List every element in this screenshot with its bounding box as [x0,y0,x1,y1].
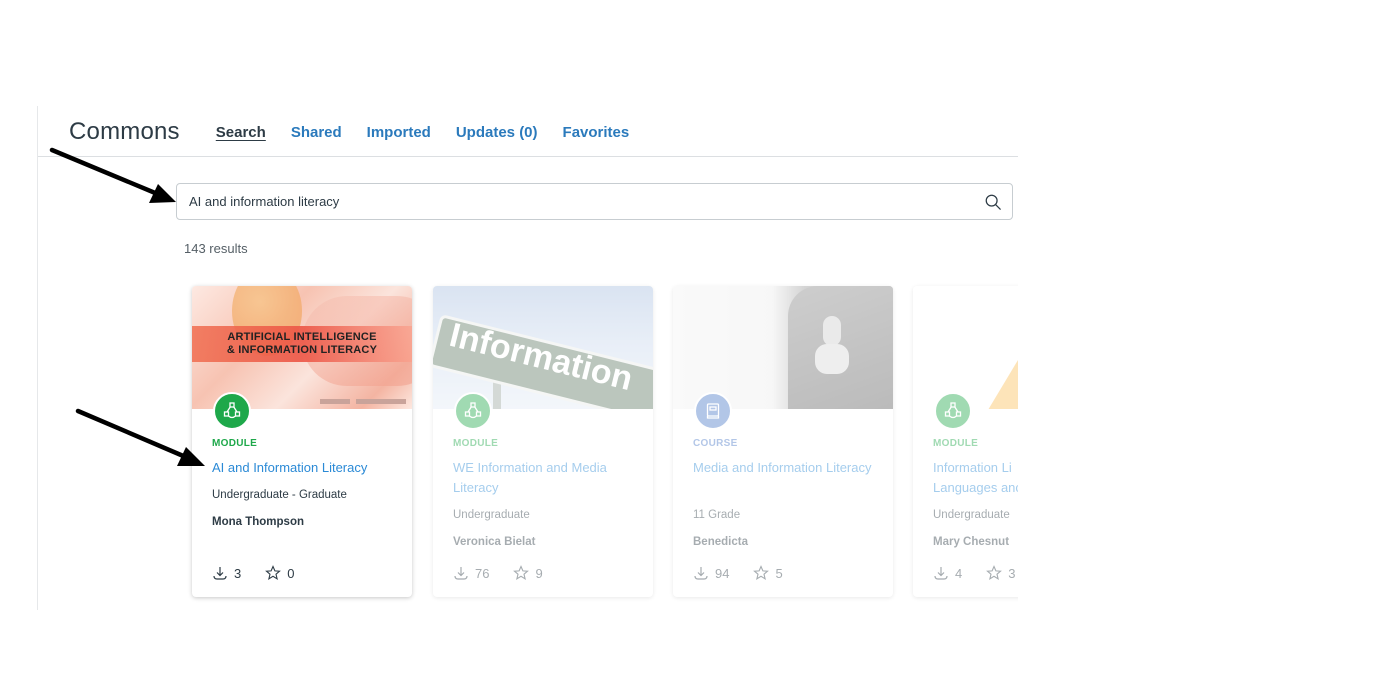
search-icon[interactable] [984,193,1002,211]
download-icon [454,567,468,580]
card-title-link[interactable]: AI and Information Literacy [212,458,392,478]
module-network-icon [454,392,492,430]
card-level: Undergraduate [933,509,1010,521]
result-card[interactable]: COURSE Media and Information Literacy 11… [673,286,893,597]
module-network-icon [934,392,972,430]
card-title-link[interactable]: Media and Information Literacy [693,458,873,478]
course-book-icon [694,392,732,430]
download-icon [934,567,948,580]
card-type-label: MODULE [933,438,979,449]
card-level: Undergraduate [453,509,530,521]
card-type-label: COURSE [693,438,738,449]
result-card[interactable]: MODULE Information Li Languages anc Unde… [913,286,1018,597]
card-level: 11 Grade [693,509,741,521]
card-stats: 94 5 [693,565,807,581]
module-network-icon [213,392,251,430]
download-icon [694,567,708,580]
card-author: Veronica Bielat [453,536,536,548]
star-icon[interactable] [753,565,770,581]
search-box [176,183,1013,220]
favorite-count: 5 [753,565,783,581]
card-author: Mary Chesnut [933,536,1010,548]
commons-header: Commons Search Shared Imported Updates (… [69,112,654,152]
star-icon[interactable] [265,565,282,581]
card-type-label: MODULE [453,438,499,449]
thumbnail-logos [320,399,406,404]
card-thumbnail: ARTIFICIAL INTELLIGENCE & INFORMATION LI… [192,286,412,409]
card-type-label: MODULE [212,438,258,449]
card-stats: 4 3 [933,565,1018,581]
card-thumbnail [913,286,1018,409]
header-divider [38,156,1018,157]
tab-search[interactable]: Search [216,124,266,141]
card-author: Mona Thompson [212,516,304,528]
download-count: 76 [453,565,489,581]
favorite-count: 9 [513,565,543,581]
content-frame-border [37,106,38,610]
star-icon[interactable] [513,565,530,581]
app-title: Commons [69,118,180,145]
result-card[interactable]: ARTIFICIAL INTELLIGENCE & INFORMATION LI… [192,286,412,597]
result-card[interactable]: Information MODULE WE Information and Me… [433,286,653,597]
search-input[interactable] [187,185,984,218]
thumbnail-title-line-1: ARTIFICIAL INTELLIGENCE [227,331,377,343]
thumbnail-title-line-2: & INFORMATION LITERACY [226,344,378,356]
results-count: 143 results [184,241,248,256]
card-title-link[interactable]: Information Li Languages anc [933,458,1018,498]
download-count: 94 [693,565,729,581]
card-stats: 76 9 [453,565,567,581]
card-thumbnail [673,286,893,409]
card-author: Benedicta [693,536,748,548]
arrow-to-search [49,147,176,203]
card-stats: 3 0 [212,565,318,581]
download-icon [213,567,227,580]
card-level: Undergraduate - Graduate [212,489,347,501]
favorite-count: 0 [265,565,294,581]
favorite-count: 3 [986,565,1015,581]
star-icon[interactable] [986,565,1003,581]
tab-imported[interactable]: Imported [367,124,431,141]
tab-updates[interactable]: Updates (0) [456,124,538,141]
results-carousel: ARTIFICIAL INTELLIGENCE & INFORMATION LI… [180,280,1018,610]
download-count: 3 [212,565,241,581]
card-title-link[interactable]: WE Information and Media Literacy [453,458,633,498]
download-count: 4 [933,565,962,581]
tab-favorites[interactable]: Favorites [563,124,630,141]
tab-shared[interactable]: Shared [291,124,342,141]
card-thumbnail: Information [433,286,653,409]
